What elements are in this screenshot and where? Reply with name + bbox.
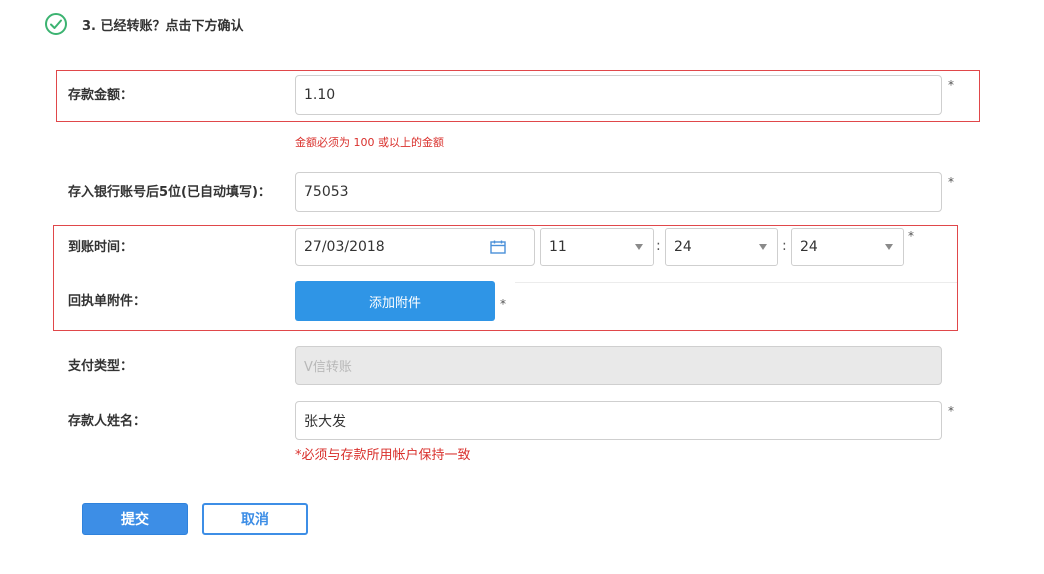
calendar-icon[interactable] bbox=[490, 240, 506, 254]
arrival-time-required-mark: * bbox=[908, 229, 914, 243]
second-select[interactable]: 24 bbox=[791, 228, 904, 266]
hour-value: 11 bbox=[549, 239, 567, 255]
time-separator: : bbox=[782, 238, 787, 254]
payment-type-input: V信转账 bbox=[295, 346, 942, 385]
deposit-amount-error: 金额必须为 100 或以上的金额 bbox=[295, 136, 444, 149]
minute-select[interactable]: 24 bbox=[665, 228, 778, 266]
deposit-amount-input[interactable]: 1.10 bbox=[295, 75, 942, 115]
arrival-date-input[interactable]: 27/03/2018 bbox=[295, 228, 535, 266]
add-attachment-button[interactable]: 添加附件 bbox=[295, 281, 495, 321]
chevron-down-icon bbox=[759, 244, 767, 250]
attachment-required-mark: * bbox=[500, 297, 506, 311]
deposit-amount-value: 1.10 bbox=[304, 87, 336, 103]
deposit-amount-required-mark: * bbox=[948, 78, 954, 92]
second-value: 24 bbox=[800, 239, 818, 255]
bank-account-label: 存入银行账号后5位(已自动填写)： bbox=[68, 185, 271, 200]
depositor-name-value: 张大发 bbox=[304, 413, 346, 430]
submit-button[interactable]: 提交 bbox=[82, 503, 188, 535]
time-separator: : bbox=[656, 238, 661, 254]
bank-account-input[interactable]: 75053 bbox=[295, 172, 942, 212]
chevron-down-icon bbox=[885, 244, 893, 250]
check-circle-icon bbox=[45, 13, 67, 35]
depositor-name-hint: *必须与存款所用帐户保持一致 bbox=[295, 448, 471, 463]
payment-type-label: 支付类型： bbox=[68, 359, 134, 374]
attachment-label: 回执单附件： bbox=[68, 294, 147, 309]
step-title: 3. 已经转账？点击下方确认 bbox=[82, 19, 244, 34]
row-divider bbox=[515, 282, 957, 283]
depositor-name-label: 存款人姓名： bbox=[68, 414, 147, 429]
cancel-button[interactable]: 取消 bbox=[202, 503, 308, 535]
arrival-date-value: 27/03/2018 bbox=[304, 239, 385, 255]
depositor-name-required-mark: * bbox=[948, 404, 954, 418]
arrival-time-label: 到账时间： bbox=[68, 240, 134, 255]
minute-value: 24 bbox=[674, 239, 692, 255]
depositor-name-input[interactable]: 张大发 bbox=[295, 401, 942, 440]
deposit-amount-label: 存款金额： bbox=[68, 88, 134, 103]
bank-account-required-mark: * bbox=[948, 175, 954, 189]
hour-select[interactable]: 11 bbox=[540, 228, 654, 266]
bank-account-value: 75053 bbox=[304, 184, 349, 200]
chevron-down-icon bbox=[635, 244, 643, 250]
payment-type-value: V信转账 bbox=[304, 360, 352, 375]
